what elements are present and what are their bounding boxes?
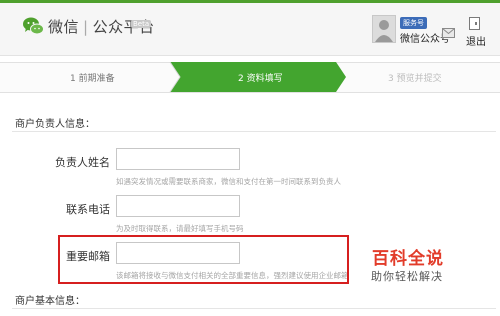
step-1: 1 前期准备 bbox=[70, 74, 115, 84]
section-title-merchant-basic: 商户基本信息： bbox=[15, 296, 85, 307]
section-divider bbox=[12, 131, 496, 132]
watermark-title: 百科全说 bbox=[372, 249, 444, 269]
step-2-active: 2 资料填写 bbox=[238, 74, 283, 84]
beta-badge: Beta bbox=[131, 20, 152, 28]
logout-icon[interactable] bbox=[469, 17, 480, 30]
header: 微信 | 公众平台 Beta 服务号 微信公众号 退出 bbox=[0, 3, 500, 56]
brand-name: 微信 bbox=[48, 18, 80, 36]
logout-link[interactable]: 退出 bbox=[466, 33, 486, 48]
account-type-badge: 服务号 bbox=[400, 17, 427, 29]
progress-steps: 1 前期准备 2 资料填写 3 预览并提交 bbox=[0, 62, 500, 93]
watermark-subtitle: 助你轻松解决 bbox=[371, 270, 443, 283]
contact-name-input[interactable] bbox=[116, 148, 240, 170]
contact-phone-hint: 为及时取得联系，请最好填写手机号码 bbox=[116, 224, 244, 233]
contact-phone-label: 联系电话 bbox=[66, 203, 110, 216]
brand-separator: | bbox=[83, 18, 89, 36]
user-avatar-icon bbox=[375, 20, 393, 42]
section-divider bbox=[12, 308, 496, 309]
mail-icon[interactable] bbox=[442, 25, 455, 39]
section-title-merchant-contact: 商户负责人信息： bbox=[15, 119, 95, 130]
contact-name-label: 负责人姓名 bbox=[55, 156, 110, 169]
highlight-box bbox=[58, 235, 349, 284]
contact-name-hint: 如遇突发情况或需要联系商家，微信和支付在第一时间联系到负责人 bbox=[116, 177, 341, 186]
avatar[interactable] bbox=[372, 15, 396, 43]
contact-phone-input[interactable] bbox=[116, 195, 240, 217]
step-3: 3 预览并提交 bbox=[388, 74, 442, 84]
wechat-logo-icon bbox=[23, 17, 44, 35]
